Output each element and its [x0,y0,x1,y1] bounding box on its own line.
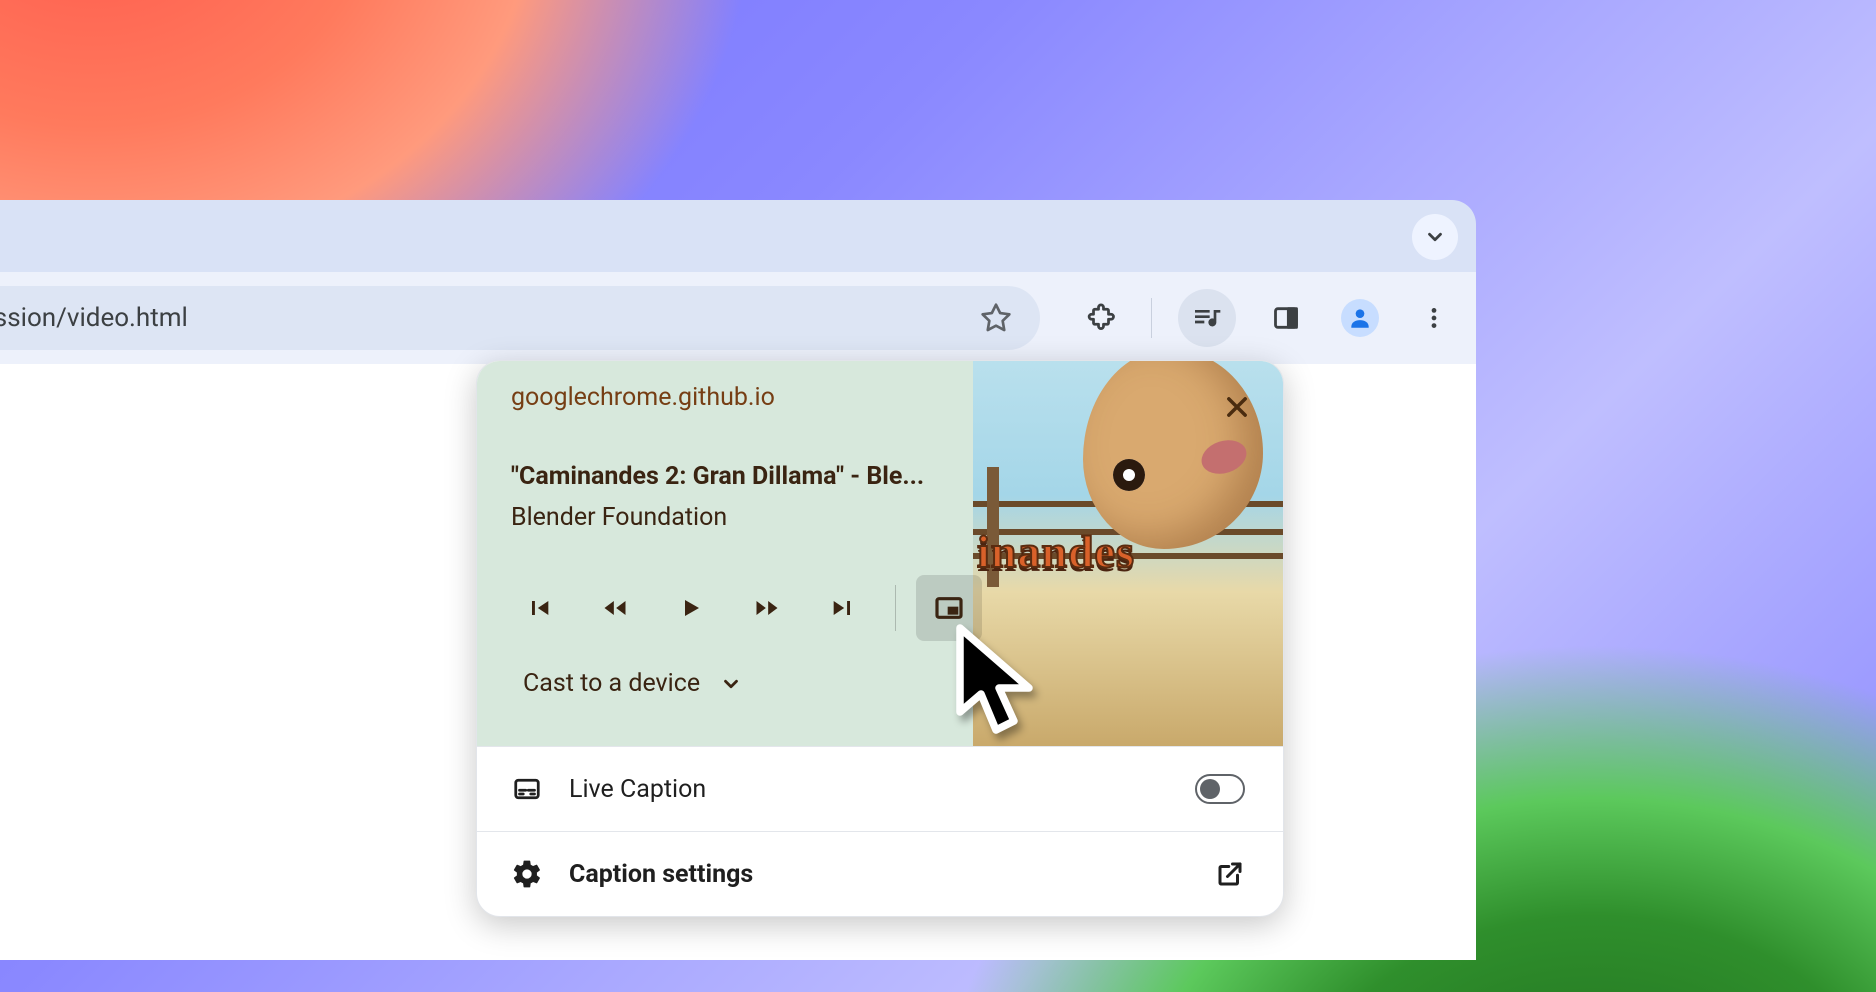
skip-previous-icon [525,594,553,622]
kebab-menu-icon [1421,305,1447,331]
omnibox-url: ession/video.html [0,303,972,333]
media-playback-controls [511,575,982,641]
media-control-button[interactable] [1178,289,1236,347]
toolbar-actions [1077,286,1458,350]
media-source: googlechrome.github.io [511,383,963,412]
media-metadata: googlechrome.github.io "Caminandes 2: Gr… [511,383,963,532]
media-card: inandes googlechrome.github.io "Caminand… [477,361,1283,746]
tab-search-button[interactable] [1412,214,1458,260]
gear-icon [511,858,543,890]
browser-tab-strip [0,200,1476,272]
picture-in-picture-button[interactable] [916,575,982,641]
media-artist: Blender Foundation [511,503,963,532]
open-in-new-icon [1215,859,1245,889]
live-caption-label: Live Caption [569,775,1169,804]
captions-icon [511,774,543,804]
extensions-icon [1086,303,1116,333]
cast-to-device-button[interactable]: Cast to a device [523,669,742,698]
star-icon [980,302,1012,334]
dismiss-media-button[interactable] [1217,387,1257,427]
omnibox[interactable]: ession/video.html [0,286,1040,350]
toolbar-separator [1151,298,1152,338]
rewind-icon [600,594,630,622]
chevron-down-icon [720,673,742,695]
caption-settings-row[interactable]: Caption settings [477,831,1283,916]
side-panel-button[interactable] [1262,294,1310,342]
bookmark-button[interactable] [972,294,1020,342]
side-panel-icon [1272,304,1300,332]
picture-in-picture-icon [933,592,965,624]
seek-backward-button[interactable] [587,580,643,636]
media-control-icon [1191,302,1223,334]
media-hub-popup: inandes googlechrome.github.io "Caminand… [476,360,1284,917]
chevron-down-icon [1424,226,1446,248]
browser-toolbar: ession/video.html [0,272,1476,364]
extensions-button[interactable] [1077,294,1125,342]
seek-forward-button[interactable] [739,580,795,636]
chrome-menu-button[interactable] [1410,294,1458,342]
cast-label: Cast to a device [523,669,700,698]
caption-settings-label: Caption settings [569,860,1189,889]
controls-separator [895,585,896,631]
previous-track-button[interactable] [511,580,567,636]
play-button[interactable] [663,580,719,636]
skip-next-icon [829,594,857,622]
live-caption-row: Live Caption [477,746,1283,831]
live-caption-toggle[interactable] [1195,774,1245,804]
play-icon [679,594,703,622]
media-title: "Caminandes 2: Gran Dillama" - Ble... [511,462,963,491]
close-icon [1223,393,1251,421]
profile-avatar-icon [1341,299,1379,337]
next-track-button[interactable] [815,580,871,636]
fast-forward-icon [752,594,782,622]
artwork-wordmark: inandes [973,525,1283,578]
profile-button[interactable] [1336,294,1384,342]
